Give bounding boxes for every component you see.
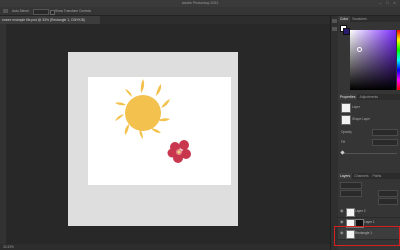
layer-thumbnail (346, 208, 355, 217)
opacity-label: Opacity (341, 130, 352, 134)
color-picker-cursor[interactable] (357, 47, 362, 52)
sun-icon (115, 79, 170, 139)
layer-thumbnail (341, 103, 351, 113)
color-panel-tabs: Color Swatches (338, 16, 400, 22)
move-tool-icon[interactable] (3, 9, 8, 13)
background-color-swatch[interactable] (343, 28, 350, 35)
fill-label: Fill (341, 140, 346, 144)
color-picker-field[interactable] (350, 30, 396, 90)
properties-shape-label: Shape Layer (352, 117, 371, 121)
properties-slider-track[interactable] (341, 153, 397, 154)
canvas-artwork (115, 79, 191, 163)
opacity-field[interactable] (372, 129, 398, 136)
document-canvas[interactable] (88, 77, 231, 185)
right-panels: Color Swatches Properties Adjustments Laye… (338, 16, 400, 250)
properties-panel-tabs: Properties Adjustments (338, 94, 400, 100)
maximize-button[interactable]: □ (385, 1, 390, 5)
tab-channels[interactable]: Channels (352, 174, 370, 178)
blend-mode-dropdown[interactable] (340, 190, 362, 197)
layer-opacity-field[interactable] (378, 190, 398, 197)
selection-highlight (334, 226, 400, 246)
shape-thumbnail (341, 115, 351, 125)
tab-adjustments[interactable]: Adjustments (357, 95, 380, 99)
tab-layers[interactable]: Layers (338, 173, 353, 179)
tab-properties[interactable]: Properties (338, 94, 358, 100)
title-bar: Adobe Photoshop 2022 – □ × (0, 0, 400, 7)
status-bar: 33.33% (0, 244, 330, 250)
transform-label: Show Transform Controls (55, 9, 91, 13)
fill-field[interactable] (372, 139, 398, 146)
visibility-eye-icon[interactable]: ◉ (340, 209, 344, 213)
minimize-button[interactable]: – (378, 1, 383, 5)
layer-fill-field[interactable] (378, 198, 398, 205)
layer-filter-dropdown[interactable]: Kind (340, 182, 362, 197)
color-swatches[interactable] (340, 25, 350, 35)
document-tab[interactable]: smore example file.psd @ 33% (Rectangle … (0, 16, 100, 24)
auto-select-label: Auto-Select: (12, 9, 30, 13)
layers-panel-tabs: Layers Channels Paths (338, 173, 400, 179)
options-bar: Auto-Select: Layer Show Transform Contro… (0, 7, 400, 24)
properties-layer-label: Layer (352, 105, 360, 109)
tab-paths[interactable]: Paths (371, 174, 384, 178)
history-icon[interactable] (332, 19, 337, 23)
flower-icon (167, 140, 191, 163)
auto-select-dropdown[interactable]: Layer (33, 9, 49, 24)
tab-swatches[interactable]: Swatches (350, 17, 369, 21)
brush-settings-icon[interactable] (332, 27, 337, 31)
layer-name: Layer 2 (355, 209, 366, 213)
close-button[interactable]: × (392, 1, 397, 5)
app-title: Adobe Photoshop 2022 (181, 1, 219, 5)
tab-color[interactable]: Color (338, 16, 351, 22)
visibility-eye-icon[interactable]: ◉ (340, 220, 344, 224)
document-tabs: smore example file.psd @ 33% (Rectangle … (0, 16, 330, 24)
